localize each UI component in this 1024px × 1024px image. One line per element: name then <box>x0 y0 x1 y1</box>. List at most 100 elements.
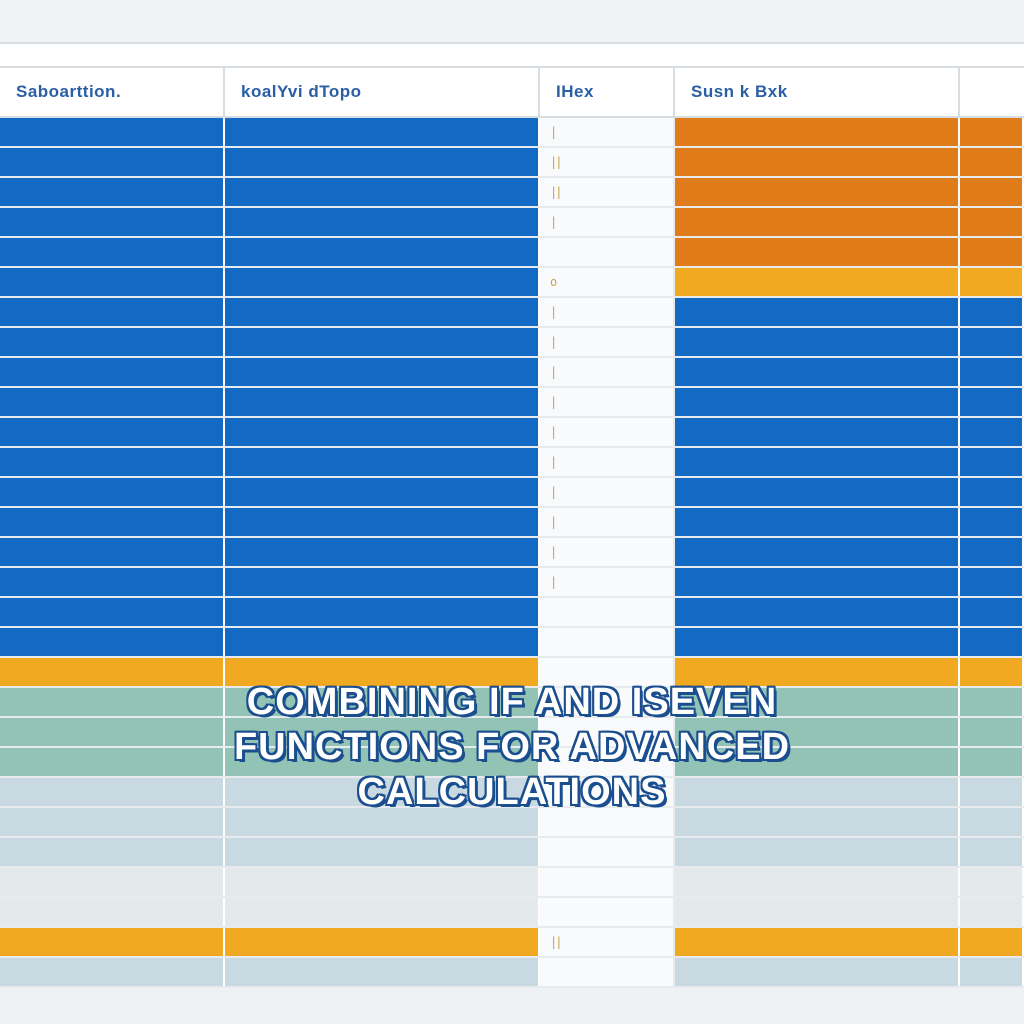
cell-d[interactable] <box>675 538 960 566</box>
table-row[interactable]: | <box>0 118 1024 148</box>
cell-b[interactable] <box>225 718 540 746</box>
table-row[interactable]: | <box>0 328 1024 358</box>
cell-a[interactable] <box>0 568 225 596</box>
cell-b[interactable] <box>225 298 540 326</box>
cell-a[interactable] <box>0 358 225 386</box>
cell-a[interactable] <box>0 238 225 266</box>
cell-e[interactable] <box>960 718 1024 746</box>
cell-e[interactable] <box>960 418 1024 446</box>
table-row[interactable] <box>0 748 1024 778</box>
cell-d[interactable] <box>675 868 960 896</box>
cell-c[interactable]: || <box>540 178 675 206</box>
cell-b[interactable] <box>225 928 540 956</box>
cell-e[interactable] <box>960 238 1024 266</box>
cell-c[interactable] <box>540 238 675 266</box>
cell-b[interactable] <box>225 508 540 536</box>
cell-a[interactable] <box>0 508 225 536</box>
cell-a[interactable] <box>0 328 225 356</box>
cell-c[interactable] <box>540 868 675 896</box>
cell-c[interactable] <box>540 778 675 806</box>
cell-b[interactable] <box>225 418 540 446</box>
cell-c[interactable] <box>540 838 675 866</box>
cell-c[interactable] <box>540 658 675 686</box>
cell-e[interactable] <box>960 448 1024 476</box>
table-row[interactable]: o <box>0 268 1024 298</box>
cell-c[interactable]: | <box>540 328 675 356</box>
cell-b[interactable] <box>225 238 540 266</box>
cell-b[interactable] <box>225 688 540 716</box>
cell-e[interactable] <box>960 298 1024 326</box>
cell-a[interactable] <box>0 838 225 866</box>
table-row[interactable] <box>0 958 1024 988</box>
cell-c[interactable] <box>540 808 675 836</box>
cell-a[interactable] <box>0 958 225 986</box>
table-row[interactable]: | <box>0 538 1024 568</box>
cell-c[interactable] <box>540 718 675 746</box>
cell-a[interactable] <box>0 388 225 416</box>
cell-e[interactable] <box>960 658 1024 686</box>
cell-d[interactable] <box>675 448 960 476</box>
cell-b[interactable] <box>225 568 540 596</box>
header-col-c[interactable]: IHex <box>540 68 675 116</box>
cell-e[interactable] <box>960 148 1024 176</box>
table-row[interactable]: || <box>0 928 1024 958</box>
cell-c[interactable]: | <box>540 508 675 536</box>
cell-e[interactable] <box>960 328 1024 356</box>
table-row[interactable] <box>0 658 1024 688</box>
cell-a[interactable] <box>0 748 225 776</box>
cell-c[interactable]: | <box>540 118 675 146</box>
table-row[interactable]: | <box>0 478 1024 508</box>
table-row[interactable]: || <box>0 178 1024 208</box>
cell-b[interactable] <box>225 268 540 296</box>
table-row[interactable]: | <box>0 358 1024 388</box>
table-row[interactable]: | <box>0 418 1024 448</box>
cell-b[interactable] <box>225 148 540 176</box>
cell-a[interactable] <box>0 778 225 806</box>
cell-e[interactable] <box>960 688 1024 716</box>
header-col-a[interactable]: Saboarttion. <box>0 68 225 116</box>
cell-d[interactable] <box>675 808 960 836</box>
cell-a[interactable] <box>0 808 225 836</box>
cell-d[interactable] <box>675 688 960 716</box>
cell-e[interactable] <box>960 388 1024 416</box>
cell-c[interactable]: | <box>540 208 675 236</box>
table-row[interactable]: | <box>0 388 1024 418</box>
cell-d[interactable] <box>675 508 960 536</box>
table-row[interactable] <box>0 808 1024 838</box>
cell-c[interactable]: o <box>540 268 675 296</box>
cell-e[interactable] <box>960 868 1024 896</box>
cell-b[interactable] <box>225 598 540 626</box>
cell-b[interactable] <box>225 628 540 656</box>
cell-d[interactable] <box>675 358 960 386</box>
cell-b[interactable] <box>225 178 540 206</box>
cell-d[interactable] <box>675 118 960 146</box>
cell-b[interactable] <box>225 958 540 986</box>
cell-c[interactable]: | <box>540 568 675 596</box>
cell-c[interactable]: | <box>540 478 675 506</box>
cell-d[interactable] <box>675 328 960 356</box>
cell-d[interactable] <box>675 658 960 686</box>
table-row[interactable] <box>0 238 1024 268</box>
cell-d[interactable] <box>675 598 960 626</box>
cell-d[interactable] <box>675 778 960 806</box>
cell-e[interactable] <box>960 478 1024 506</box>
cell-a[interactable] <box>0 418 225 446</box>
cell-d[interactable] <box>675 928 960 956</box>
cell-a[interactable] <box>0 718 225 746</box>
cell-a[interactable] <box>0 448 225 476</box>
header-col-e[interactable] <box>960 68 1024 116</box>
cell-c[interactable]: || <box>540 148 675 176</box>
cell-e[interactable] <box>960 538 1024 566</box>
cell-d[interactable] <box>675 148 960 176</box>
cell-c[interactable] <box>540 748 675 776</box>
table-row[interactable] <box>0 628 1024 658</box>
table-row[interactable] <box>0 838 1024 868</box>
cell-e[interactable] <box>960 748 1024 776</box>
cell-e[interactable] <box>960 778 1024 806</box>
cell-e[interactable] <box>960 928 1024 956</box>
cell-a[interactable] <box>0 268 225 296</box>
cell-d[interactable] <box>675 898 960 926</box>
cell-a[interactable] <box>0 628 225 656</box>
cell-b[interactable] <box>225 868 540 896</box>
cell-d[interactable] <box>675 388 960 416</box>
